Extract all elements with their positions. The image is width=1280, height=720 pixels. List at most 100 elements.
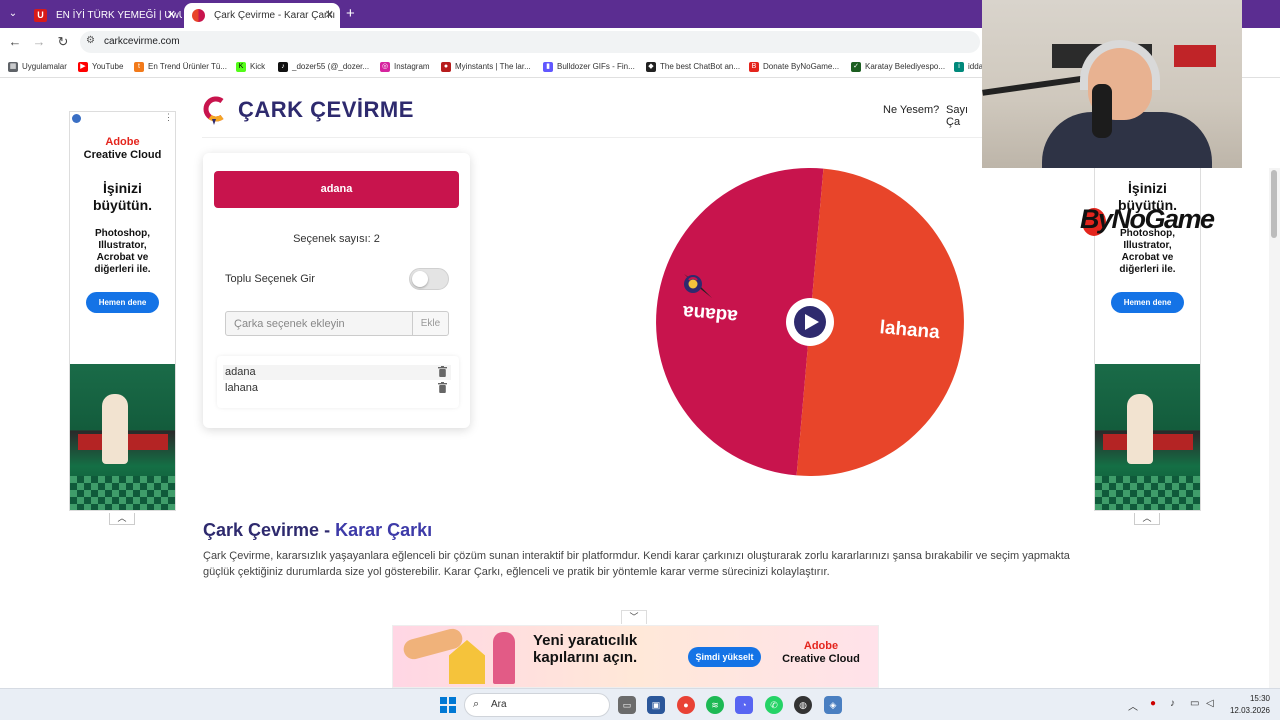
trash-icon[interactable] <box>438 366 447 377</box>
ad-menu-icon[interactable]: ⋮ <box>164 112 173 123</box>
address-bar[interactable]: ⚙ carkcevirme.com <box>80 31 980 53</box>
option-count-label: Seçenek sayısı: 2 <box>293 233 380 245</box>
nav-link-sayi-cark[interactable]: Sayı Ça <box>946 104 982 128</box>
add-option-button[interactable]: Ekle <box>412 311 449 336</box>
ad-headline-line: İşinizi <box>103 180 142 196</box>
ad-image[interactable] <box>1095 364 1200 510</box>
ad-body-line: diğerleri ile. <box>1119 264 1176 275</box>
scrollbar-thumb[interactable] <box>1271 170 1277 238</box>
microphone-icon[interactable]: ♪ <box>1170 698 1175 709</box>
bookmark-item[interactable]: K Kick <box>236 56 265 77</box>
ad-body-line: Acrobat ve <box>1121 252 1174 263</box>
network-icon[interactable]: ▭ <box>1190 698 1199 709</box>
tab-close-icon[interactable]: ✕ <box>325 3 334 28</box>
bookmark-label: Myinstants | The lar... <box>455 62 531 71</box>
ad-image-figure <box>1127 394 1153 464</box>
ad-headline: İşinizi büyütün. <box>70 180 175 214</box>
right-side-ad[interactable]: ⋮ Adobe Creative Cloud İşinizi büyütün. … <box>1094 111 1201 511</box>
ad-cta-button[interactable]: Hemen dene <box>1111 292 1184 313</box>
wheel-svg[interactable]: adanalahana <box>650 162 970 482</box>
bottom-ad-headline-line: kapılarını açın. <box>533 649 638 666</box>
webcam-microphone <box>1092 84 1112 138</box>
bookmark-item[interactable]: ● Myinstants | The lar... <box>441 56 531 77</box>
site-info-icon[interactable]: ⚙ <box>86 35 95 46</box>
trendyol-icon: t <box>134 62 144 72</box>
idda-icon: i <box>954 62 964 72</box>
site-logo-text[interactable]: ÇARK ÇEVİRME <box>238 97 414 123</box>
bookmark-item[interactable]: B Donate ByNoGame... <box>749 56 839 77</box>
clock-date: 12.03.2026 <box>1229 706 1270 715</box>
ad-cta-button[interactable]: Hemen dene <box>86 292 159 313</box>
stream-logo-text: ByNoGame <box>1080 204 1215 234</box>
obs-icon[interactable]: ◍ <box>794 696 812 714</box>
adchoices-icon[interactable] <box>72 114 81 123</box>
left-side-ad[interactable]: ⋮ Adobe Creative Cloud İşinizi büyütün. … <box>69 111 176 511</box>
webcam-mic-arm <box>982 74 1094 96</box>
option-label: adana <box>225 366 256 378</box>
right-ad-collapse-chevron-up-icon[interactable]: ︿ <box>1134 513 1160 525</box>
task-view-icon[interactable]: ▭ <box>618 696 636 714</box>
new-tab-plus-icon[interactable]: + <box>346 5 355 23</box>
spotify-icon[interactable]: ≋ <box>706 696 724 714</box>
karatay-icon: ✓ <box>851 62 861 72</box>
reload-icon[interactable]: ↻ <box>54 33 72 51</box>
tray-app-icon[interactable]: ● <box>1150 698 1156 709</box>
windows-start-icon[interactable] <box>440 697 456 713</box>
add-option-input[interactable] <box>225 311 413 336</box>
bookmark-item[interactable]: t En Trend Ürünler Tü... <box>134 56 227 77</box>
bottom-ad-cta-button[interactable]: Şimdi yükselt <box>688 647 761 667</box>
bookmark-item[interactable]: i idda <box>954 56 984 77</box>
article-title: Çark Çevirme - Karar Çarkı <box>203 520 432 541</box>
volume-icon[interactable]: ◁ <box>1206 698 1214 709</box>
bookmark-label: Karatay Belediyespo... <box>865 62 946 71</box>
back-arrow-icon[interactable]: ← <box>6 33 24 51</box>
bookmark-label: idda <box>968 62 984 71</box>
bookmark-item[interactable]: ✓ Karatay Belediyespo... <box>851 56 946 77</box>
giphy-icon: ▮ <box>543 62 553 72</box>
tab-close-icon[interactable]: ✕ <box>167 3 176 28</box>
bulk-entry-toggle[interactable] <box>409 268 449 290</box>
bottom-banner-ad[interactable]: Yeni yaratıcılık kapılarını açın. Şimdi … <box>392 625 879 688</box>
bottom-ad-brand-creative-cloud: Creative Cloud <box>782 653 860 665</box>
wheel-control-panel: adana Seçenek sayısı: 2 Toplu Seçenek Gi… <box>203 153 470 428</box>
bookmark-item[interactable]: ◎ Instagram <box>380 56 430 77</box>
left-ad-collapse-chevron-up-icon[interactable]: ︿ <box>109 513 135 525</box>
ad-image[interactable] <box>70 364 175 510</box>
trash-icon[interactable] <box>438 382 447 393</box>
ad-body: Photoshop, Illustrator, Acrobat ve diğer… <box>1095 228 1200 276</box>
result-display-button[interactable]: adana <box>214 171 459 208</box>
ad-body-line: Photoshop, <box>95 228 150 239</box>
bookmark-item[interactable]: ▮ Bulldozer GIFs - Fin... <box>543 56 635 77</box>
bookmark-label: Instagram <box>394 62 430 71</box>
app-icon[interactable]: ◈ <box>824 696 842 714</box>
site-header: ÇARK ÇEVİRME Ne Yesem? Sayı Ça <box>202 78 982 138</box>
nav-link-ne-yesem[interactable]: Ne Yesem? <box>883 104 939 116</box>
taskbar-clock[interactable]: 15:30 12.03.2026 <box>1216 693 1270 717</box>
bottom-ad-headline-line: Yeni yaratıcılık <box>533 632 638 649</box>
taskbar-search[interactable]: ⌕ Ara <box>464 693 610 717</box>
ad-body: Photoshop, Illustrator, Acrobat ve diğer… <box>70 228 175 276</box>
whatsapp-icon[interactable]: ✆ <box>765 696 783 714</box>
webcam-overlay <box>982 0 1242 168</box>
tab-search-chevron-icon[interactable]: ⌄ <box>4 5 22 23</box>
store-icon[interactable]: ▣ <box>647 696 665 714</box>
taskbar-search-label: Ara <box>491 699 507 710</box>
page-scrollbar[interactable] <box>1269 168 1280 688</box>
ad-brand-creative-cloud: Creative Cloud <box>83 149 162 161</box>
bottom-ad-collapse-chevron-down-icon[interactable]: ﹀ <box>621 610 647 624</box>
bookmark-item[interactable]: ▦ Uygulamalar <box>8 56 67 77</box>
ad-image-figure <box>102 394 128 464</box>
discord-icon[interactable]: ◔ <box>735 696 753 714</box>
tab-cark-cevirme[interactable]: Çark Çevirme - Karar Çarkı ✕ <box>184 3 340 28</box>
forward-arrow-icon[interactable]: → <box>30 33 48 51</box>
uwufufu-favicon-icon: U <box>34 9 47 22</box>
bookmark-item[interactable]: ♪ _dozer55 (@_dozer... <box>278 56 369 77</box>
ad-body-line: diğerleri ile. <box>94 264 151 275</box>
tray-chevron-up-icon[interactable]: ︿ <box>1128 698 1138 713</box>
chrome-icon[interactable]: ● <box>677 696 695 714</box>
spin-wheel[interactable]: adana lahana <box>650 162 970 482</box>
bookmark-item[interactable]: ◆ The best ChatBot an... <box>646 56 740 77</box>
cark-logo-icon[interactable] <box>202 95 226 125</box>
tab-uwufufu[interactable]: U EN İYİ TÜRK YEMEĞİ | UwUFUFU ✕ <box>26 3 182 28</box>
bookmark-item[interactable]: ▶ YouTube <box>78 56 123 77</box>
